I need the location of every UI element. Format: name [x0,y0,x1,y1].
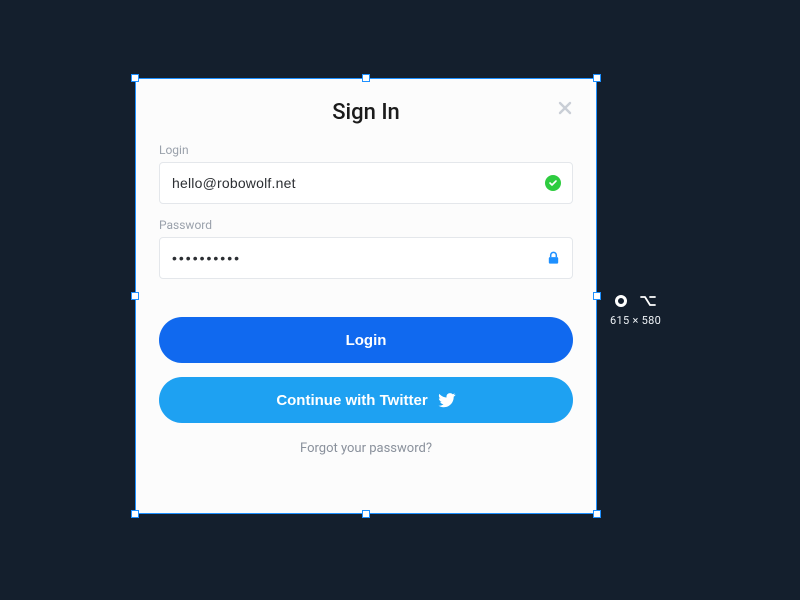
card-header: Sign In [159,100,573,125]
dimensions-tooltip: 615 × 580 [610,292,661,327]
login-input-wrap [159,162,573,204]
lock-icon [546,251,561,266]
twitter-icon [438,391,456,409]
tooltip-icons [615,292,657,310]
circle-icon [615,295,627,307]
password-field-group: Password [159,218,573,279]
close-icon [557,100,573,116]
password-label: Password [159,218,573,232]
forgot-password-link[interactable]: Forgot your password? [159,441,573,456]
option-key-icon [639,292,657,310]
design-canvas[interactable]: Sign In Login Password [0,0,800,600]
password-input-wrap [159,237,573,279]
login-field-group: Login [159,143,573,204]
twitter-login-button[interactable]: Continue with Twitter [159,377,573,423]
login-label: Login [159,143,573,157]
signin-card: Sign In Login Password [135,78,597,514]
twitter-button-label: Continue with Twitter [276,392,427,409]
login-input[interactable] [159,162,573,204]
login-button-label: Login [346,332,387,349]
close-button[interactable] [555,100,575,120]
card-title: Sign In [159,100,573,125]
login-valid-indicator [545,175,561,191]
password-input[interactable] [159,237,573,279]
dimensions-label: 615 × 580 [610,314,661,327]
checkmark-icon [545,175,561,191]
action-buttons: Login Continue with Twitter [159,317,573,423]
login-button[interactable]: Login [159,317,573,363]
selected-frame[interactable]: Sign In Login Password [135,78,597,514]
